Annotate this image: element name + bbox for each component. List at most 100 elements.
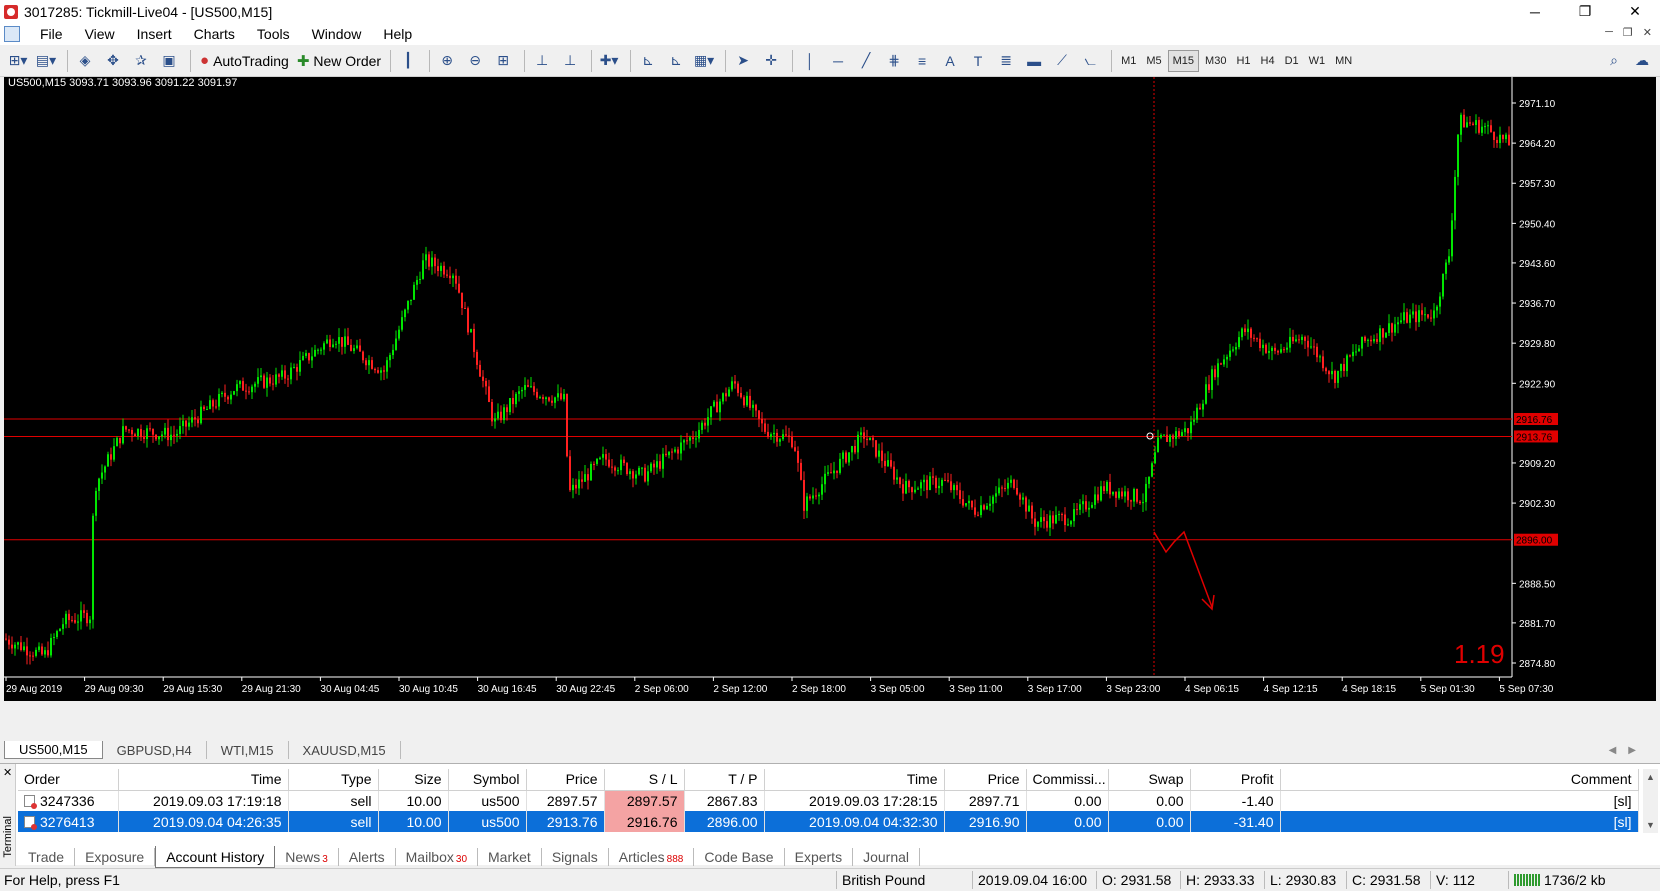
fibonacci-icon[interactable]: ⋕ [882,49,906,73]
column-header[interactable]: Order [18,769,119,791]
tab-news[interactable]: News 3 [275,848,339,866]
menu-insert[interactable]: Insert [127,26,184,42]
zoom-in-icon[interactable]: ⊕ [435,49,459,73]
chart-tab-gbpusd[interactable]: GBPUSD,H4 [103,741,207,759]
candle-body [1157,437,1159,453]
column-header[interactable]: Price [944,769,1027,791]
column-header[interactable]: Size [378,769,449,791]
new-order-button[interactable]: ✚ New Order [293,49,385,73]
column-header[interactable]: Time [764,769,945,791]
trendline-icon[interactable]: ╱ [854,49,878,73]
scroll-track[interactable] [1643,785,1658,817]
restore-button[interactable]: ❐ [1560,0,1610,23]
candle-body [1181,432,1183,437]
chat-icon[interactable]: ☁ [1630,49,1654,73]
tile-windows-icon[interactable]: ⊞ [491,49,515,73]
gann-icon[interactable]: ⟋ [1050,49,1074,73]
minimize-button[interactable]: ─ [1510,0,1560,23]
search-icon[interactable]: ⌕ [1602,49,1626,73]
terminal-close-icon[interactable]: ✕ [3,766,12,779]
child-restore-icon[interactable]: ❐ [1623,26,1633,39]
fibo-fan-icon[interactable]: ≣ [994,49,1018,73]
new-chart-icon[interactable]: ⊞▾ [6,49,30,73]
menu-view[interactable]: View [75,26,127,42]
column-header[interactable]: Commissi... [1026,769,1109,791]
column-header[interactable]: Symbol [448,769,527,791]
column-header[interactable]: Profit [1190,769,1281,791]
terminal-scrollbar[interactable]: ▲ ▼ [1643,769,1658,833]
timeframe-d1[interactable]: D1 [1281,50,1303,72]
auto-scroll-icon[interactable]: ⊥ [558,49,582,73]
candle-body [524,385,526,390]
tab-account-history[interactable]: Account History [155,846,276,868]
templates-icon[interactable]: ⊾ [664,49,688,73]
column-header[interactable]: T / P [684,769,765,791]
timeframe-mn[interactable]: MN [1331,50,1356,72]
tab-signals[interactable]: Signals [542,848,609,866]
horizontal-line-icon[interactable]: ─ [826,49,850,73]
close-button[interactable]: ✕ [1610,0,1660,23]
timeframe-m15[interactable]: M15 [1167,49,1200,72]
terminal-icon[interactable]: ▣ [157,49,181,73]
chart-tab-wti[interactable]: WTI,M15 [207,741,289,759]
template-menu-icon[interactable]: ▦▾ [692,49,716,73]
scroll-up-icon[interactable]: ▲ [1643,769,1658,785]
menu-help[interactable]: Help [373,26,424,42]
chart-shift-icon[interactable]: ⊥ [530,49,554,73]
tab-alerts[interactable]: Alerts [339,848,396,866]
column-header[interactable]: Comment [1280,769,1639,791]
vertical-line-icon[interactable]: │ [798,49,822,73]
candlesticks-icon[interactable]: ┃ [396,49,420,73]
data-window-icon[interactable]: ✰ [129,49,153,73]
timeframe-w1[interactable]: W1 [1305,50,1330,72]
timeframe-h4[interactable]: H4 [1257,50,1279,72]
zoom-out-icon[interactable]: ⊖ [463,49,487,73]
periods-icon[interactable]: ⊾ [636,49,660,73]
child-close-icon[interactable]: ✕ [1643,26,1652,39]
chart-tab-scroll-arrows[interactable]: ◀▶ [1609,745,1656,756]
text-icon[interactable]: A [938,49,962,73]
document-icon[interactable] [4,26,20,42]
cursor-icon[interactable]: ➤ [731,49,755,73]
text-label-icon[interactable]: T [966,49,990,73]
menu-charts[interactable]: Charts [184,26,247,42]
price-chart[interactable]: 2971.10 2964.20 2957.30 2950.40 2943.60 2936.… [4,77,1656,701]
tab-market[interactable]: Market [478,848,542,866]
column-header[interactable]: Price [526,769,605,791]
column-header[interactable]: Time [118,769,289,791]
profiles-icon[interactable]: ▤▾ [34,49,58,73]
column-header[interactable]: Type [288,769,379,791]
table-row-selected[interactable]: 3276413 2019.09.04 04:26:35 sell 10.00 u… [18,811,1639,832]
timeframe-h1[interactable]: H1 [1232,50,1254,72]
timeframe-m1[interactable]: M1 [1117,50,1140,72]
tab-trade[interactable]: Trade [18,848,76,866]
rectangle-icon[interactable]: ▬ [1022,49,1046,73]
crosshair-icon[interactable]: ✛ [759,49,783,73]
menu-tools[interactable]: Tools [247,26,302,42]
chart-tab-us500[interactable]: US500,M15 [4,741,103,759]
chart-tab-xauusd[interactable]: XAUUSD,M15 [289,741,401,759]
candle-body [137,428,139,437]
indicators-icon[interactable]: ✚▾ [597,49,621,73]
table-row[interactable]: 3247336 2019.09.03 17:19:18 sell 10.00 u… [18,790,1639,811]
navigator-icon[interactable]: ✥ [101,49,125,73]
timeframe-m5[interactable]: M5 [1142,50,1165,72]
tab-experts[interactable]: Experts [785,848,854,866]
tab-mailbox[interactable]: Mailbox 30 [396,848,479,866]
tab-articles[interactable]: Articles 888 [609,848,695,866]
menu-window[interactable]: Window [302,26,374,42]
column-header[interactable]: Swap [1108,769,1191,791]
timeframe-m30[interactable]: M30 [1201,50,1230,72]
scroll-down-icon[interactable]: ▼ [1643,817,1658,833]
child-minimize-icon[interactable]: ─ [1605,26,1613,39]
tab-exposure[interactable]: Exposure [75,848,156,866]
price-chart-canvas[interactable]: 2971.10 2964.20 2957.30 2950.40 2943.60 2936.… [4,77,1656,701]
market-watch-icon[interactable]: ◈ [73,49,97,73]
tab-journal[interactable]: Journal [853,848,920,866]
channel-icon[interactable]: ≡ [910,49,934,73]
menu-file[interactable]: File [30,26,75,42]
arrow-tool-icon[interactable]: ⦦ [1078,49,1102,73]
column-header[interactable]: S / L [604,769,685,791]
autotrading-button[interactable]: ● AutoTrading [196,49,293,73]
tab-code-base[interactable]: Code Base [694,848,785,866]
